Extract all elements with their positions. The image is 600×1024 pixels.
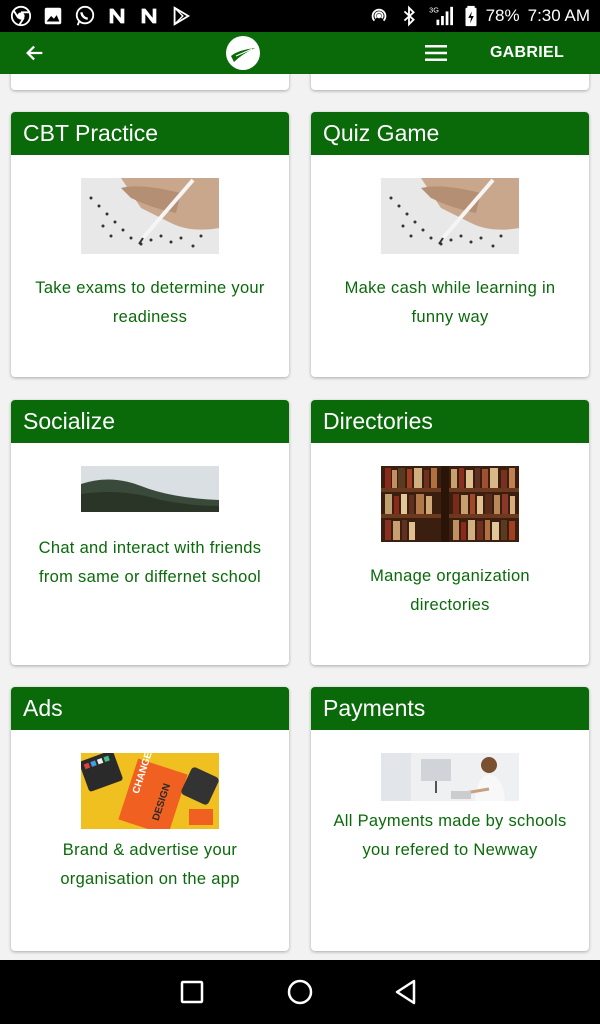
network-type: 3G	[429, 5, 439, 14]
circle-icon	[287, 979, 313, 1005]
card-description: Make cash while learning in funny way	[344, 279, 556, 326]
back-button[interactable]	[0, 32, 70, 74]
triangle-back-icon	[395, 979, 416, 1005]
quill-logo-icon	[229, 39, 257, 67]
office-worker-image	[381, 753, 519, 801]
home-button[interactable]	[280, 972, 320, 1012]
recents-button[interactable]	[172, 972, 212, 1012]
design-book-image: CHANGE DESIGN	[81, 753, 219, 829]
gallery-icon	[42, 5, 64, 27]
menu-button[interactable]	[420, 38, 452, 68]
n-app-icon	[106, 5, 128, 27]
notification-icons	[10, 5, 192, 27]
card-title: Socialize	[11, 400, 289, 443]
chrome-icon	[10, 5, 32, 27]
app-logo	[226, 36, 260, 70]
clock: 7:30 AM	[527, 6, 590, 25]
back-nav-button[interactable]	[386, 972, 426, 1012]
card-title: Ads	[11, 687, 289, 730]
exam-paper-image	[381, 178, 519, 254]
app-bar: GABRIEL	[0, 32, 600, 74]
card-description: Brand & advertise your organisation on t…	[60, 841, 240, 888]
whatsapp-icon	[74, 5, 96, 27]
card-title: Directories	[311, 400, 589, 443]
feature-card-cbt-practice[interactable]: CBT Practice Take exams to determine you…	[11, 112, 289, 377]
bookshelf-image	[381, 466, 519, 542]
card-title: Quiz Game	[311, 112, 589, 155]
card-description: All Payments made by schools you refered…	[333, 812, 567, 859]
square-icon	[180, 980, 204, 1004]
feature-card-directories[interactable]: Directories Manage organization director…	[311, 400, 589, 665]
user-name[interactable]: GABRIEL	[470, 44, 584, 62]
card-title: CBT Practice	[11, 112, 289, 155]
battery-percent: 78%	[485, 6, 520, 25]
exam-paper-image	[81, 178, 219, 254]
signal-icon: 3G	[428, 5, 456, 27]
battery-icon	[464, 5, 478, 27]
feature-card-quiz-game[interactable]: Quiz Game Make cash while learning in fu…	[311, 112, 589, 377]
status-bar: 3G 78% 7:30 AM	[0, 0, 600, 32]
system-nav-bar	[0, 960, 600, 1024]
card-description: Manage organization directories	[370, 567, 530, 614]
feature-grid: CBT Practice Take exams to determine you…	[0, 74, 600, 960]
hotspot-icon	[368, 5, 390, 27]
hill-landscape-image	[81, 466, 219, 512]
feature-card-partial[interactable]	[11, 74, 289, 90]
system-status: 3G 78% 7:30 AM	[368, 5, 590, 27]
feature-card-payments[interactable]: Payments All Payments made by schools yo…	[311, 687, 589, 951]
card-description: Take exams to determine your readiness	[35, 279, 265, 326]
card-title: Payments	[311, 687, 589, 730]
bluetooth-icon	[398, 5, 420, 27]
play-store-icon	[170, 5, 192, 27]
card-description: Chat and interact with friends from same…	[38, 539, 262, 586]
feature-card-partial[interactable]	[311, 74, 589, 90]
feature-card-ads[interactable]: Ads CHANGE DESIGN Brand & advertise your…	[11, 687, 289, 951]
hamburger-menu-icon	[425, 45, 447, 61]
feature-card-socialize[interactable]: Socialize Chat and interact with friends…	[11, 400, 289, 665]
arrow-left-icon	[26, 45, 43, 61]
n-app-icon	[138, 5, 160, 27]
